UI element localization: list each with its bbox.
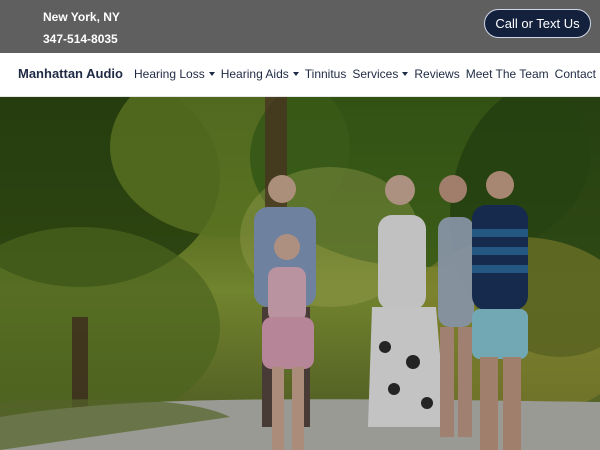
- chevron-down-icon: [208, 72, 215, 76]
- call-or-text-button[interactable]: Call or Text Us: [484, 9, 591, 38]
- main-navbar: Manhattan Audio Hearing Loss Hearing Aid…: [0, 53, 600, 97]
- primary-nav: Hearing Loss Hearing Aids Tinnitus Servi…: [134, 67, 600, 81]
- nav-item-hearing-loss[interactable]: Hearing Loss: [134, 67, 215, 81]
- nav-item-label: Contact: [554, 67, 597, 81]
- nav-item-tinnitus[interactable]: Tinnitus: [305, 67, 347, 81]
- hero-image-family-walking: [0, 97, 600, 450]
- phone-link[interactable]: 347-514-8035: [43, 32, 120, 46]
- nav-item-reviews[interactable]: Reviews: [414, 67, 459, 81]
- contact-info: New York, NY 347-514-8035: [43, 10, 120, 46]
- nav-item-meet-the-team[interactable]: Meet The Team: [466, 67, 549, 81]
- nav-item-label: Meet The Team: [465, 67, 549, 81]
- chevron-down-icon: [292, 72, 299, 76]
- top-bar: New York, NY 347-514-8035 Call or Text U…: [0, 0, 600, 53]
- nav-item-label: Hearing Aids: [220, 67, 289, 81]
- nav-item-services[interactable]: Services: [352, 67, 409, 81]
- chevron-down-icon: [402, 72, 409, 76]
- nav-item-label: Hearing Loss: [134, 67, 205, 81]
- nav-item-label: Services: [352, 67, 399, 81]
- nav-item-hearing-aids[interactable]: Hearing Aids: [221, 67, 299, 81]
- brand-logo-text[interactable]: Manhattan Audio: [18, 66, 123, 81]
- hero-dark-overlay: [0, 97, 600, 450]
- city-label: New York, NY: [43, 10, 120, 24]
- nav-item-contact[interactable]: Contact: [555, 67, 600, 81]
- nav-item-label: Reviews: [414, 67, 460, 81]
- nav-item-label: Tinnitus: [304, 67, 347, 81]
